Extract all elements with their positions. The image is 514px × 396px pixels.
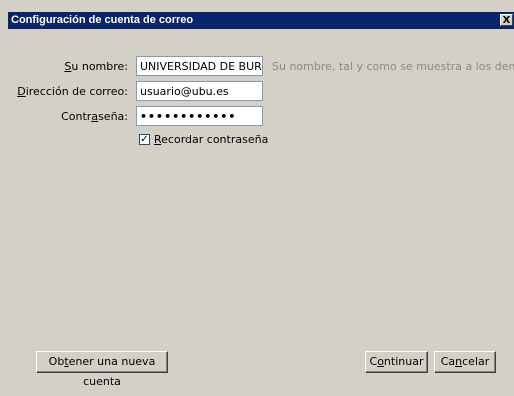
email-label: Dirección de correo: xyxy=(17,85,128,98)
title-bar: Configuración de cuenta de correo X xyxy=(8,12,514,29)
close-icon[interactable]: X xyxy=(500,14,513,26)
password-label: Contraseña: xyxy=(61,110,128,123)
account-setup-dialog: Configuración de cuenta de correo X Su n… xyxy=(0,0,514,396)
password-field[interactable]: •••••••••••• xyxy=(136,106,263,126)
remember-password-label[interactable]: Recordar contraseña xyxy=(154,133,268,146)
continue-button[interactable]: Continuar xyxy=(365,351,428,373)
email-field[interactable]: usuario@ubu.es xyxy=(136,81,263,101)
cancel-button[interactable]: Cancelar xyxy=(434,351,496,373)
remember-password-checkbox[interactable]: ✓ xyxy=(139,134,150,145)
name-label: Su nombre: xyxy=(64,60,128,73)
name-field[interactable]: UNIVERSIDAD DE BURGOS xyxy=(136,56,263,76)
name-hint: Su nombre, tal y como se muestra a los d… xyxy=(272,60,514,73)
window-title: Configuración de cuenta de correo xyxy=(11,14,194,26)
get-new-account-button[interactable]: Obtener una nueva cuenta xyxy=(36,351,168,388)
dialog-content: Su nombre: UNIVERSIDAD DE BURGOS Su nomb… xyxy=(8,29,514,396)
